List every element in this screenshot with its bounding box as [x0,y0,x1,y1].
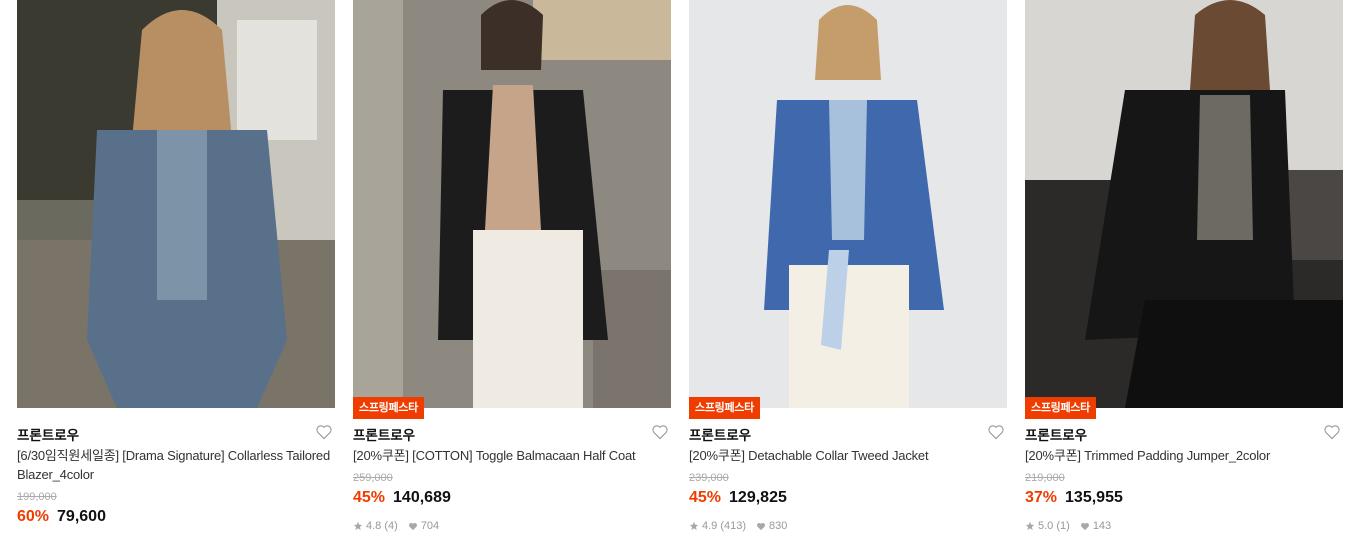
original-price: 259,000 [353,472,393,484]
product-meta: 5.0 (1) 143 [1025,519,1343,533]
likes: 143 [1080,520,1111,532]
brand-name[interactable]: 프론트로우 [1025,428,1087,443]
brand-row: 프론트로우 [17,424,335,443]
product-title[interactable]: [6/30임직원세일종] [Drama Signature] Collarles… [17,446,335,484]
product-meta: 4.9 (413) 830 [689,519,1007,533]
rating-value: 4.8 [366,520,382,532]
discount-rate: 60% [17,508,50,525]
sale-price: 135,955 [1065,489,1123,506]
rating-value: 4.9 [702,520,718,532]
discount-rate: 37% [1025,489,1058,506]
price-row: 45% 140,689 [353,487,671,509]
product-title[interactable]: [20%쿠폰] [COTTON] Toggle Balmacaan Half C… [353,446,671,465]
like-icon[interactable] [651,424,669,440]
review-count: (413) [720,520,747,532]
sale-price: 129,825 [729,489,787,506]
brand-name[interactable]: 프론트로우 [17,428,79,443]
product-image[interactable] [1025,0,1343,408]
heart-filled-icon [757,522,766,530]
product-card[interactable]: 스프링페스타 프론트로우 [20%쿠폰] [COTTON] Toggle Bal… [353,0,671,536]
star-icon [353,521,363,530]
brand-row: 프론트로우 [689,424,1007,443]
product-card[interactable]: 스프링페스타 프론트로우 [20%쿠폰] Trimmed Padding Jum… [1025,0,1343,536]
promo-badge: 스프링페스타 [689,397,760,419]
original-price: 239,000 [689,472,729,484]
product-grid: 프론트로우 [6/30임직원세일종] [Drama Signature] Col… [0,0,1361,536]
sale-price: 79,600 [57,508,106,525]
brand-row: 프론트로우 [1025,424,1343,443]
like-count: 830 [769,520,788,532]
product-image[interactable] [689,0,1007,408]
rating: 5.0 (1) [1025,520,1070,532]
like-count: 704 [420,520,440,532]
discount-rate: 45% [689,489,722,506]
brand-name[interactable]: 프론트로우 [353,428,415,443]
like-icon[interactable] [1323,424,1341,440]
product-title[interactable]: [20%쿠폰] Detachable Collar Tweed Jacket [689,446,1007,465]
review-count: (4) [384,520,398,532]
rating: 4.9 (413) [689,520,746,532]
brand-name[interactable]: 프론트로우 [689,428,751,443]
rating-value: 5.0 [1038,520,1054,532]
product-meta: 4.8 (4) 704 [353,519,671,533]
heart-filled-icon [1080,522,1089,530]
likes: 830 [756,520,787,532]
price-row: 45% 129,825 [689,487,1007,509]
rating: 4.8 (4) [353,520,398,532]
like-count: 143 [1092,520,1112,532]
promo-badge: 스프링페스타 [353,397,424,419]
review-count: (1) [1056,520,1070,532]
sale-price: 140,689 [393,489,451,506]
price-row: 60% 79,600 [17,506,335,528]
like-icon[interactable] [987,424,1005,440]
star-icon [1025,521,1035,530]
promo-badge: 스프링페스타 [1025,397,1096,419]
like-icon[interactable] [315,424,333,440]
likes: 704 [408,520,439,532]
original-price: 199,000 [17,491,57,503]
heart-filled-icon [408,522,417,530]
product-title[interactable]: [20%쿠폰] Trimmed Padding Jumper_2color [1025,446,1343,465]
product-card[interactable]: 스프링페스타 프론트로우 [20%쿠폰] Detachable Collar T… [689,0,1007,536]
product-image[interactable] [17,0,335,408]
original-price: 219,000 [1025,472,1065,484]
product-card[interactable]: 프론트로우 [6/30임직원세일종] [Drama Signature] Col… [17,0,335,536]
star-icon [689,521,699,530]
discount-rate: 45% [353,489,386,506]
product-image[interactable] [353,0,671,408]
price-row: 37% 135,955 [1025,487,1343,509]
brand-row: 프론트로우 [353,424,671,443]
